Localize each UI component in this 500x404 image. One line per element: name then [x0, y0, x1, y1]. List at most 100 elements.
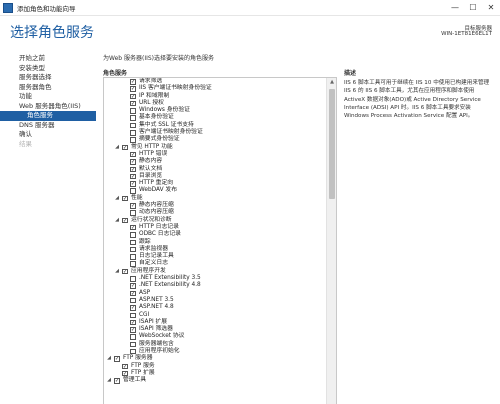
tree-row[interactable]: 自定义日志	[104, 260, 326, 267]
tree-row[interactable]: ✓ ISAPI 扩展	[104, 319, 326, 326]
sidebar-item-8[interactable]: 确认	[0, 130, 96, 140]
checkbox-unchecked[interactable]	[130, 122, 136, 129]
tree-row[interactable]: ◢ ✓ 常见 HTTP 功能	[104, 144, 326, 151]
tree-row[interactable]: ✓ ASP	[104, 290, 326, 297]
tree-row[interactable]: ✓ ISAPI 筛选器	[104, 326, 326, 333]
checkbox-unchecked[interactable]	[130, 341, 136, 348]
sidebar-item-4[interactable]: 功能	[0, 92, 96, 102]
tree-row[interactable]: WebDAV 发布	[104, 187, 326, 194]
sidebar-item-3[interactable]: 服务器角色	[0, 83, 96, 93]
tree-row[interactable]: ✓ 默认文档	[104, 166, 326, 173]
tree-row[interactable]: ✓ IIS 客户端证书映射身份验证	[104, 85, 326, 92]
checkbox-checked[interactable]: ✓	[130, 93, 136, 100]
tree-scrollbar[interactable]: ▲	[326, 78, 336, 404]
checkbox-unchecked[interactable]	[130, 232, 136, 238]
tree-row[interactable]: 客户端证书映射身份验证	[104, 129, 326, 136]
scroll-up-arrow-icon[interactable]: ▲	[327, 78, 336, 87]
checkbox-checked[interactable]: ✓	[122, 144, 128, 151]
checkbox-unchecked[interactable]	[130, 115, 136, 121]
checkbox-checked[interactable]: ✓	[130, 203, 136, 209]
checkbox-unchecked[interactable]	[130, 108, 136, 114]
sidebar-item-5[interactable]: Web 服务器角色(IIS)	[0, 102, 96, 112]
checkbox-checked[interactable]: ✓	[122, 370, 128, 377]
tree-row[interactable]: ✓ ASP.NET 4.8	[104, 304, 326, 311]
sidebar-item-2[interactable]: 服务器选择	[0, 73, 96, 83]
tree-row[interactable]: ASP.NET 3.5	[104, 297, 326, 304]
checkbox-checked[interactable]: ✓	[130, 305, 136, 311]
tree-row[interactable]: ◢ ✓ 运行状况和诊断	[104, 217, 326, 224]
tree-row[interactable]: 跟踪	[104, 239, 326, 246]
tree-row[interactable]: ✓ .NET Extensibility 4.8	[104, 282, 326, 289]
minimize-button[interactable]: —	[446, 0, 464, 16]
tree-row[interactable]: ✓ 静态内容	[104, 158, 326, 165]
tree-row[interactable]: 摘要式身份验证	[104, 136, 326, 143]
tree-row[interactable]: ◢ ✓ 性能	[104, 195, 326, 202]
tree-row[interactable]: CGI	[104, 312, 326, 319]
checkbox-unchecked[interactable]	[130, 254, 136, 260]
tree-row[interactable]: 日志记录工具	[104, 253, 326, 260]
checkbox-checked[interactable]: ✓	[130, 319, 136, 326]
checkbox-unchecked[interactable]	[130, 334, 136, 340]
checkbox-checked[interactable]: ✓	[130, 86, 136, 92]
tree-row[interactable]: ✓ 请求筛选	[104, 78, 326, 85]
tree-row[interactable]: 基本身份验证	[104, 114, 326, 121]
checkbox-checked[interactable]: ✓	[130, 166, 136, 173]
maximize-button[interactable]: ☐	[464, 0, 482, 16]
role-services-tree[interactable]: ✓ 请求筛选 ✓ IIS 客户端证书映射身份验证 ✓ IP 和域限制 ✓ URL 授权 Wind…	[103, 77, 337, 404]
checkbox-unchecked[interactable]	[130, 261, 136, 267]
tree-row[interactable]: ✓ URL 授权	[104, 100, 326, 107]
checkbox-checked[interactable]: ✓	[130, 290, 136, 297]
sidebar-item-0[interactable]: 开始之前	[0, 54, 96, 64]
tree-row[interactable]: ◢ ✓ FTP 服务器	[104, 355, 326, 362]
tree-row[interactable]: ✓ FTP 服务	[104, 363, 326, 370]
checkbox-checked[interactable]: ✓	[114, 378, 120, 384]
close-button[interactable]: ✕	[482, 0, 500, 16]
checkbox-checked[interactable]: ✓	[122, 268, 128, 275]
tree-row[interactable]: ✓ HTTP 重定向	[104, 180, 326, 187]
expand-toggle-icon[interactable]: ◢	[114, 268, 120, 275]
checkbox-checked[interactable]: ✓	[130, 173, 136, 180]
checkbox-checked[interactable]: ✓	[130, 151, 136, 158]
checkbox-unchecked[interactable]	[130, 188, 136, 194]
expand-toggle-icon[interactable]: ◢	[106, 355, 112, 362]
checkbox-checked[interactable]: ✓	[130, 283, 136, 289]
sidebar-item-6[interactable]: 角色服务	[0, 111, 96, 121]
expand-toggle-icon[interactable]: ◢	[114, 217, 120, 224]
tree-row[interactable]: 动态内容压缩	[104, 209, 326, 216]
checkbox-unchecked[interactable]	[130, 348, 136, 355]
checkbox-unchecked[interactable]	[130, 312, 136, 318]
tree-row[interactable]: ✓ HTTP 错误	[104, 151, 326, 158]
checkbox-unchecked[interactable]	[130, 137, 136, 143]
tree-row[interactable]: 请求监视器	[104, 246, 326, 253]
tree-row[interactable]: ODBC 日志记录	[104, 231, 326, 238]
expand-toggle-icon[interactable]: ◢	[106, 377, 112, 384]
checkbox-checked[interactable]: ✓	[130, 327, 136, 333]
checkbox-unchecked[interactable]	[130, 276, 136, 282]
checkbox-checked[interactable]: ✓	[130, 100, 136, 107]
expand-toggle-icon[interactable]: ◢	[114, 144, 120, 151]
checkbox-checked[interactable]: ✓	[122, 363, 128, 370]
tree-row[interactable]: ◢ ✓ 管理工具	[104, 377, 326, 384]
checkbox-checked[interactable]: ✓	[130, 224, 136, 231]
checkbox-unchecked[interactable]	[130, 210, 136, 216]
checkbox-unchecked[interactable]	[130, 297, 136, 304]
sidebar-item-7[interactable]: DNS 服务器	[0, 121, 96, 131]
tree-row[interactable]: ✓ IP 和域限制	[104, 93, 326, 100]
checkbox-unchecked[interactable]	[130, 246, 136, 253]
sidebar-item-1[interactable]: 安装类型	[0, 64, 96, 74]
scroll-thumb[interactable]	[329, 89, 335, 199]
expand-toggle-icon[interactable]: ◢	[114, 195, 120, 202]
checkbox-checked[interactable]: ✓	[122, 217, 128, 224]
tree-row[interactable]: 集中式 SSL 证书支持	[104, 122, 326, 129]
checkbox-checked[interactable]: ✓	[122, 195, 128, 202]
tree-row[interactable]: ✓ 静态内容压缩	[104, 202, 326, 209]
tree-row[interactable]: ✓ 目录浏览	[104, 173, 326, 180]
checkbox-checked[interactable]: ✓	[130, 79, 136, 85]
tree-row[interactable]: .NET Extensibility 3.5	[104, 275, 326, 282]
tree-row[interactable]: Windows 身份验证	[104, 107, 326, 114]
tree-row[interactable]: WebSocket 协议	[104, 333, 326, 340]
checkbox-checked[interactable]: ✓	[114, 356, 120, 362]
checkbox-checked[interactable]: ✓	[130, 159, 136, 165]
checkbox-unchecked[interactable]	[130, 130, 136, 136]
tree-row[interactable]: ✓ HTTP 日志记录	[104, 224, 326, 231]
